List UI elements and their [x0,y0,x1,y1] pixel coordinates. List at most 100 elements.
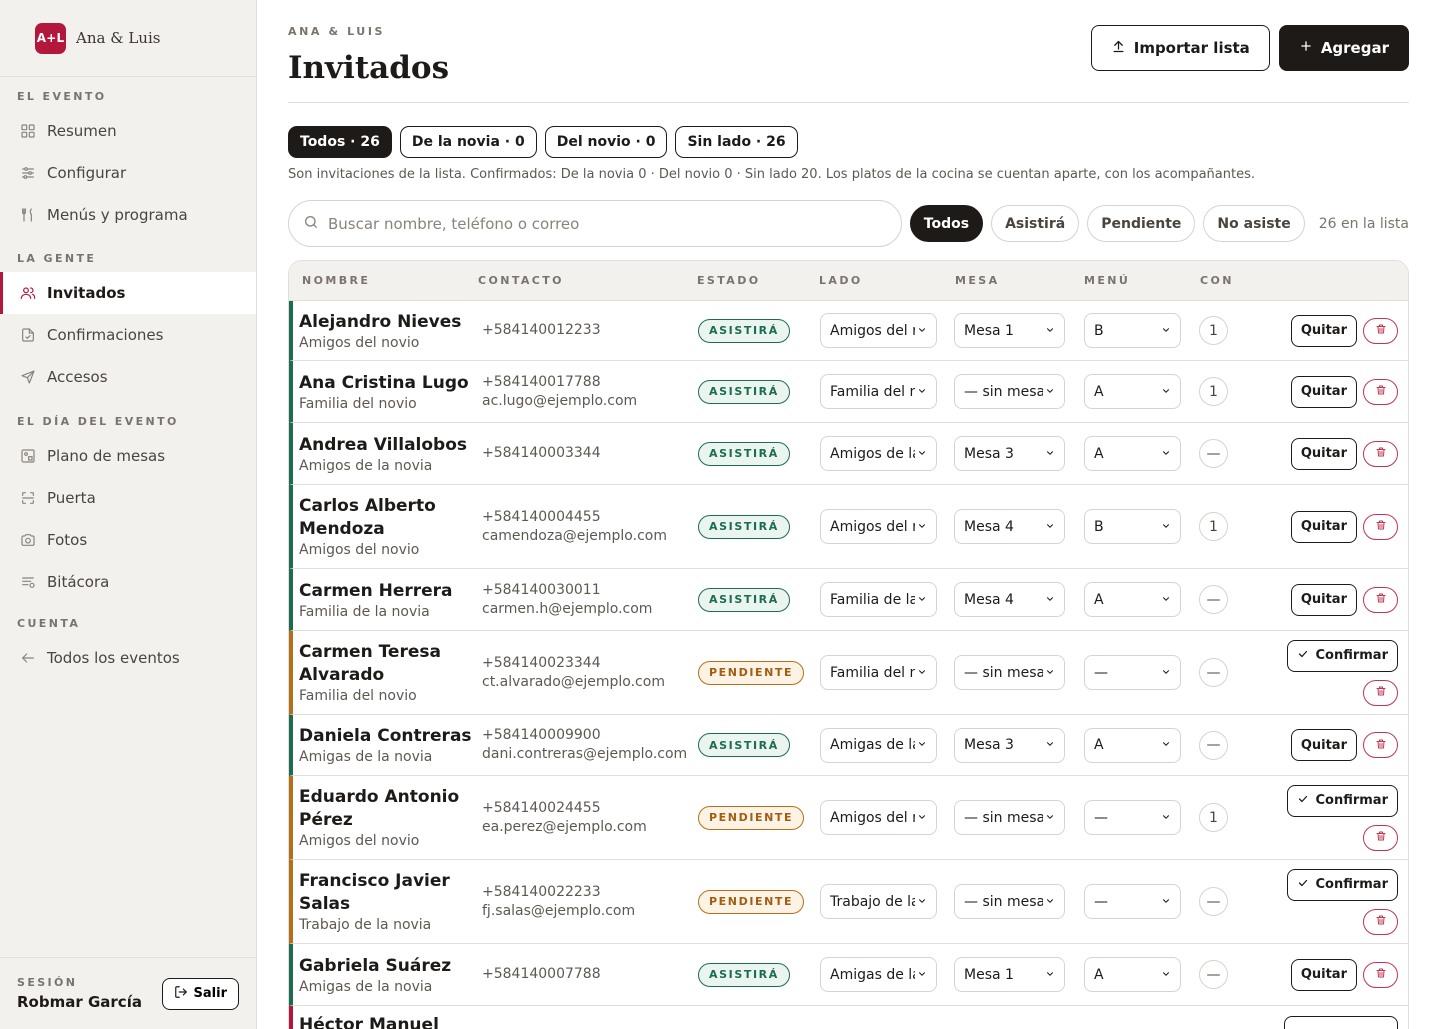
tab-todos[interactable]: Todos · 26 [288,126,392,158]
table-assign-select[interactable]: Mesa 1 [954,313,1065,348]
confirm-button[interactable]: Confirmar [1287,868,1398,901]
menu-select[interactable]: A [1084,374,1181,409]
delete-button[interactable] [1363,513,1398,540]
guest-name[interactable]: Andrea Villalobos [299,434,482,457]
table-row[interactable]: Daniela Contreras Amigas de la novia +5841… [289,715,1408,776]
sidebar-item-todos-los-eventos[interactable]: Todos los eventos [0,637,256,679]
remove-button[interactable]: Quitar [1290,729,1357,761]
side-select[interactable]: Familia del novio [820,655,937,690]
tab-del-novio[interactable]: Del novio · 0 [544,126,668,158]
sidebar-item-puerta[interactable]: Puerta [0,477,256,519]
confirm-button[interactable]: Confirmar [1287,639,1398,672]
side-select[interactable]: Amigos del novio [820,800,937,835]
delete-button[interactable] [1363,317,1398,344]
table-row[interactable]: Francisco Javier Salas Trabajo de la novi… [289,860,1408,944]
menu-select[interactable]: — [1084,800,1181,835]
sidebar-item-invitados[interactable]: Invitados [0,272,256,314]
guest-name[interactable]: Francisco Javier Salas [299,870,482,916]
side-select[interactable]: Amigos del novio [820,313,937,348]
sidebar-item-configurar[interactable]: Configurar [0,152,256,194]
menu-select[interactable]: A [1084,582,1181,617]
sidebar-item-fotos[interactable]: Fotos [0,519,256,561]
tab-sin-lado[interactable]: Sin lado · 26 [675,126,798,158]
guest-name[interactable]: Carmen Herrera [299,580,482,603]
confirm-button[interactable] [1284,1016,1398,1029]
menu-select[interactable]: A [1084,436,1181,471]
remove-button[interactable]: Quitar [1290,958,1357,991]
remove-button[interactable]: Quitar [1290,437,1357,470]
filter-todos[interactable]: Todos [909,205,984,242]
delete-button[interactable] [1363,732,1398,758]
remove-button[interactable]: Quitar [1290,314,1357,347]
table-assign-select[interactable]: — sin mesa — [954,884,1065,919]
table-assign-select[interactable]: Mesa 3 [954,727,1065,763]
sidebar-item-accesos[interactable]: Accesos [0,356,256,398]
side-select[interactable]: Trabajo de la novia [820,884,937,919]
side-select[interactable]: Familia del novio [820,374,937,409]
delete-button[interactable] [1363,586,1398,613]
table-row[interactable]: Eduardo Antonio Pérez Amigos del novio +58… [289,776,1408,860]
tab-de-la-novia[interactable]: De la novia · 0 [399,126,537,158]
sidebar-item-confirmaciones[interactable]: Confirmaciones [0,314,256,356]
side-select[interactable]: Amigas de la novia [820,727,937,763]
table-assign-select[interactable]: — sin mesa — [954,655,1065,690]
guest-name[interactable]: Carmen Teresa Alvarado [299,641,482,687]
guest-name[interactable]: Alejandro Nieves [299,311,482,334]
table-row[interactable]: Ana Cristina Lugo Familia del novio +58414… [289,361,1408,423]
delete-button[interactable] [1363,824,1398,851]
search-input[interactable] [328,214,888,233]
sidebar-item-bitacora[interactable]: Bitácora [0,561,256,603]
menu-select[interactable]: — [1084,655,1181,690]
side-select[interactable]: Familia de la novia [820,582,937,617]
delete-button[interactable] [1363,679,1398,706]
table-row[interactable]: Gabriela Suárez Amigas de la novia +584140… [289,944,1408,1006]
guest-name[interactable]: Carlos Alberto Mendoza [299,495,482,541]
filter-no-asiste[interactable]: No asiste [1203,205,1305,242]
add-guest-button[interactable]: Agregar [1278,25,1409,71]
table-assign-select[interactable]: — sin mesa — [954,374,1065,409]
sidebar-item-plano-de-mesas[interactable]: Plano de mesas [0,435,256,477]
guest-name[interactable]: Gabriela Suárez [299,955,482,978]
side-select[interactable]: Amigas de la novia [820,957,937,992]
guest-name[interactable]: Daniela Contreras [299,725,482,748]
table-assign-select[interactable]: Mesa 3 [954,436,1065,471]
remove-button[interactable]: Quitar [1290,583,1357,616]
search-box[interactable] [288,200,902,247]
menu-select[interactable]: — [1084,884,1181,919]
guest-name[interactable]: Eduardo Antonio Pérez [299,786,482,832]
logout-button[interactable]: Salir [161,977,239,1010]
guest-phone: +584140022233 [482,883,601,900]
filter-asistira[interactable]: Asistirá [991,205,1080,242]
table-assign-select[interactable]: — sin mesa — [954,800,1065,835]
remove-button[interactable]: Quitar [1290,510,1357,543]
confirm-button[interactable]: Confirmar [1287,784,1398,817]
side-select[interactable]: Amigos de la novia [820,436,937,471]
delete-button[interactable] [1363,440,1398,467]
table-row[interactable]: Carlos Alberto Mendoza Amigos del novio +5… [289,485,1408,569]
table-assign-select[interactable]: Mesa 1 [954,957,1065,992]
table-assign-select[interactable]: Mesa 4 [954,582,1065,617]
menu-select[interactable]: B [1084,313,1181,348]
side-select[interactable]: Amigos del novio [820,509,937,544]
remove-button[interactable]: Quitar [1290,375,1357,408]
guest-name[interactable]: Héctor Manuel [299,1014,482,1029]
table-row[interactable]: Alejandro Nieves Amigos del novio +5841400… [289,301,1408,361]
menu-select[interactable]: A [1084,957,1181,992]
delete-button[interactable] [1363,908,1398,935]
delete-button[interactable] [1363,961,1398,988]
table-assign-select[interactable]: Mesa 4 [954,509,1065,544]
sidebar-item-menus-y-programa[interactable]: Menús y programa [0,194,256,236]
brand[interactable]: A+L Ana & Luis [0,0,256,77]
delete-button[interactable] [1363,378,1398,405]
sidebar-item-resumen[interactable]: Resumen [0,110,256,152]
table-row[interactable]: Héctor Manuel [289,1006,1408,1029]
table-row[interactable]: Andrea Villalobos Amigos de la novia +5841… [289,423,1408,485]
menu-select[interactable]: B [1084,509,1181,544]
import-list-button[interactable]: Importar lista [1090,25,1270,71]
guest-name[interactable]: Ana Cristina Lugo [299,372,482,395]
filter-pendiente[interactable]: Pendiente [1087,205,1196,242]
table-row[interactable]: Carmen Teresa Alvarado Familia del novio +… [289,631,1408,715]
menu-select[interactable]: A [1084,727,1181,763]
table-row[interactable]: Carmen Herrera Familia de la novia +584140… [289,569,1408,631]
column-header-nombre[interactable]: NOMBRE [289,274,478,287]
